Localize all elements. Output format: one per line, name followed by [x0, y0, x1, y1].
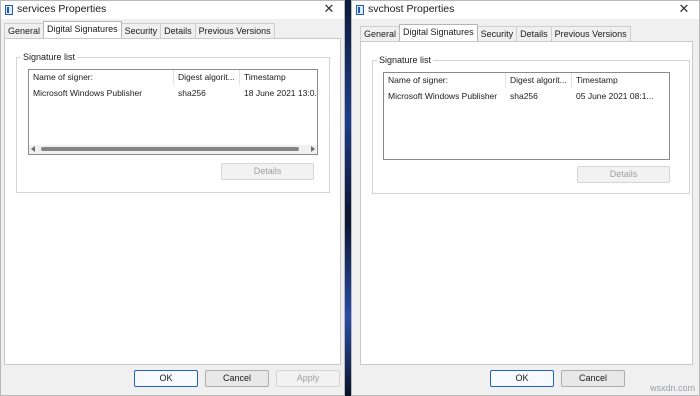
column-header-digest[interactable]: Digest algorit...: [174, 70, 240, 85]
signature-list-group: Signature list Name of signer: Digest al…: [16, 52, 330, 193]
list-item[interactable]: Microsoft Windows Publisher sha256 18 Ju…: [29, 87, 318, 100]
column-header-name[interactable]: Name of signer:: [384, 73, 506, 88]
tab-strip: General Digital Signatures Security Deta…: [360, 24, 631, 41]
tab-digital-signatures[interactable]: Digital Signatures: [43, 21, 122, 38]
tab-details[interactable]: Details: [516, 26, 552, 41]
column-header-digest[interactable]: Digest algorit...: [506, 73, 572, 88]
tab-security[interactable]: Security: [120, 23, 162, 38]
timestamp: 05 June 2021 08:1...: [576, 91, 654, 101]
tab-details[interactable]: Details: [160, 23, 196, 38]
close-icon[interactable]: ✕: [673, 1, 695, 19]
signature-list-label: Signature list: [377, 55, 434, 65]
tab-page: Signature list Name of signer: Digest al…: [360, 41, 693, 365]
signature-list-label: Signature list: [21, 52, 78, 62]
dialog-footer: OK Cancel Apply: [1, 365, 344, 395]
signature-list-group: Signature list Name of signer: Digest al…: [372, 55, 690, 194]
tab-security[interactable]: Security: [476, 26, 518, 41]
properties-icon: [356, 5, 364, 15]
list-header: Name of signer: Digest algorit... Timest…: [384, 73, 669, 88]
close-icon[interactable]: ✕: [318, 1, 340, 19]
signature-list[interactable]: Name of signer: Digest algorit... Timest…: [383, 72, 670, 160]
tab-previous-versions[interactable]: Previous Versions: [194, 23, 275, 38]
column-header-timestamp[interactable]: Timestamp: [572, 73, 669, 88]
dialog-footer: OK Cancel wsxdn.com: [352, 365, 699, 395]
timestamp: 18 June 2021 13:0...: [244, 88, 318, 98]
signature-list[interactable]: Name of signer: Digest algorit... Timest…: [28, 69, 318, 155]
digest-algorithm: sha256: [510, 91, 538, 101]
window-title: svchost Properties: [368, 3, 455, 15]
title-bar[interactable]: services Properties ✕: [1, 1, 344, 19]
tab-digital-signatures[interactable]: Digital Signatures: [399, 24, 478, 41]
title-bar[interactable]: svchost Properties ✕: [352, 1, 699, 19]
tab-page: Signature list Name of signer: Digest al…: [4, 38, 341, 365]
apply-button[interactable]: Apply: [276, 370, 340, 387]
details-button[interactable]: Details: [577, 166, 670, 183]
column-header-name[interactable]: Name of signer:: [29, 70, 174, 85]
watermark: wsxdn.com: [649, 383, 695, 393]
tab-strip: General Digital Signatures Security Deta…: [4, 21, 275, 38]
scroll-right-icon[interactable]: [311, 146, 315, 152]
tab-general[interactable]: General: [4, 23, 45, 38]
ok-button[interactable]: OK: [134, 370, 198, 387]
scrollbar-thumb[interactable]: [41, 147, 299, 151]
svchost-properties-window: svchost Properties ✕ General Digital Sig…: [351, 0, 700, 396]
properties-icon: [5, 5, 13, 15]
services-properties-window: services Properties ✕ General Digital Si…: [0, 0, 345, 396]
scroll-left-icon[interactable]: [31, 146, 35, 152]
signer-name: Microsoft Windows Publisher: [388, 91, 498, 101]
column-header-timestamp[interactable]: Timestamp: [240, 70, 317, 85]
signer-name: Microsoft Windows Publisher: [33, 88, 143, 98]
details-button[interactable]: Details: [221, 163, 314, 180]
tab-previous-versions[interactable]: Previous Versions: [550, 26, 631, 41]
cancel-button[interactable]: Cancel: [205, 370, 269, 387]
tab-general[interactable]: General: [360, 26, 401, 41]
ok-button[interactable]: OK: [490, 370, 554, 387]
window-title: services Properties: [17, 3, 107, 15]
horizontal-scrollbar[interactable]: [29, 145, 317, 154]
cancel-button[interactable]: Cancel: [561, 370, 625, 387]
list-item[interactable]: Microsoft Windows Publisher sha256 05 Ju…: [384, 90, 669, 103]
list-header: Name of signer: Digest algorit... Timest…: [29, 70, 317, 85]
digest-algorithm: sha256: [178, 88, 206, 98]
